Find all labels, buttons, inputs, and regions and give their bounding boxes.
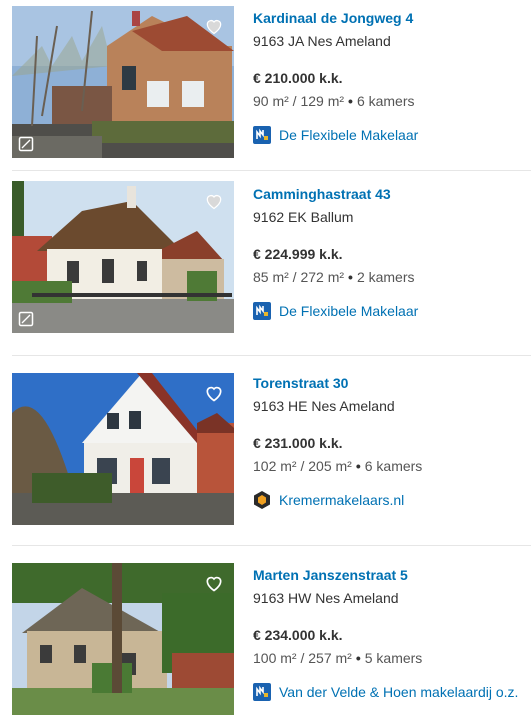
rooms: 2 kamers (356, 269, 415, 285)
listing-info: Kardinaal de Jongweg 4 9163 JA Nes Amela… (253, 9, 531, 144)
nvm-logo-icon (253, 126, 271, 144)
house-photo (12, 563, 234, 715)
separator-dot: • (348, 93, 353, 109)
rooms: 6 kamers (364, 458, 423, 474)
separator-dot: • (355, 458, 361, 474)
listing-specs: 102 m² / 205 m² • 6 kamers (253, 457, 531, 475)
rooms: 5 kamers (364, 650, 423, 666)
listing-photo[interactable] (12, 373, 234, 525)
divider (12, 545, 531, 546)
listing-price: € 234.000 k.k. (253, 627, 343, 643)
favorite-heart-icon[interactable] (204, 383, 224, 403)
listing-street[interactable]: Torenstraat 30 (253, 374, 531, 392)
listing-zip: 9162 EK Ballum (253, 209, 354, 225)
media-icon (18, 311, 34, 327)
listing-photo[interactable] (12, 181, 234, 333)
rooms: 6 kamers (356, 93, 415, 109)
agent-name: De Flexibele Makelaar (279, 303, 419, 319)
listing-specs: 90 m² / 129 m² • 6 kamers (253, 92, 531, 110)
living-area: 102 m² / 205 m² (253, 458, 352, 474)
living-area: 90 m² / 129 m² (253, 93, 345, 109)
divider (12, 170, 531, 171)
listing-info: Torenstraat 30 9163 HE Nes Ameland € 231… (253, 374, 531, 509)
house-photo (12, 181, 234, 333)
listing-zip: 9163 HE Nes Ameland (253, 398, 395, 414)
listing-street[interactable]: Kardinaal de Jongweg 4 (253, 9, 531, 27)
favorite-heart-icon[interactable] (204, 16, 224, 36)
agent-link[interactable]: Kremermakelaars.nl (253, 491, 531, 509)
agent-name: De Flexibele Makelaar (279, 127, 419, 143)
listing-photo[interactable] (12, 563, 234, 715)
listing-info: Camminghastraat 43 9162 EK Ballum € 224.… (253, 185, 531, 320)
nvm-logo-icon (253, 683, 271, 701)
listing-specs: 100 m² / 257 m² • 5 kamers (253, 649, 531, 667)
agent-link[interactable]: De Flexibele Makelaar (253, 302, 531, 320)
divider (12, 355, 531, 356)
house-photo (12, 6, 234, 158)
listing-street[interactable]: Camminghastraat 43 (253, 185, 531, 203)
separator-dot: • (355, 650, 361, 666)
living-area: 100 m² / 257 m² (253, 650, 352, 666)
separator-dot: • (348, 269, 353, 285)
listing-price: € 231.000 k.k. (253, 435, 343, 451)
nvm-logo-icon (253, 302, 271, 320)
listing-specs: 85 m² / 272 m² • 2 kamers (253, 268, 531, 286)
listing-street[interactable]: Marten Janszenstraat 5 (253, 566, 531, 584)
house-photo (12, 373, 234, 525)
agent-name: Kremermakelaars.nl (279, 492, 405, 508)
agent-name: Van der Velde & Hoen makelaardij o.z. (279, 684, 519, 700)
listing-zip: 9163 JA Nes Ameland (253, 33, 391, 49)
listing-price: € 224.999 k.k. (253, 246, 343, 262)
media-icon (18, 136, 34, 152)
listing-photo[interactable] (12, 6, 234, 158)
listing-info: Marten Janszenstraat 5 9163 HW Nes Amela… (253, 566, 531, 701)
favorite-heart-icon[interactable] (204, 573, 224, 593)
listing-price: € 210.000 k.k. (253, 70, 343, 86)
agent-link[interactable]: De Flexibele Makelaar (253, 126, 531, 144)
living-area: 85 m² / 272 m² (253, 269, 345, 285)
listing-zip: 9163 HW Nes Ameland (253, 590, 399, 606)
agent-link[interactable]: Van der Velde & Hoen makelaardij o.z. (253, 683, 531, 701)
vbo-logo-icon (254, 491, 270, 509)
favorite-heart-icon[interactable] (204, 191, 224, 211)
